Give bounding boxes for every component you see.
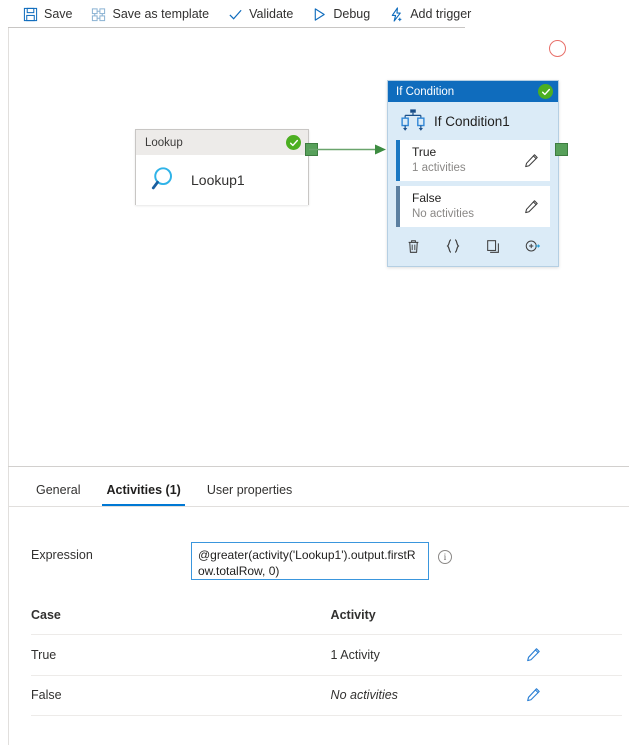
validate-button-label: Validate — [249, 7, 294, 21]
debug-button[interactable]: Debug — [311, 1, 378, 27]
branch-name-true: True — [412, 144, 437, 159]
table-row: True 1 Activity — [31, 634, 622, 676]
case-activity-table: Case Activity True 1 Activity False No a… — [31, 608, 622, 716]
lookup-activity-node[interactable]: Lookup Lookup1 — [135, 129, 309, 205]
pipeline-canvas[interactable]: Lookup Lookup1 If Condition If Condition… — [8, 28, 629, 466]
checkmark-icon — [227, 6, 243, 22]
play-icon — [311, 6, 327, 22]
branch-sub-true: 1 activities — [412, 162, 466, 175]
lookup-node-header: Lookup — [136, 130, 308, 155]
info-icon[interactable]: i — [438, 550, 452, 564]
if-condition-node-header: If Condition — [388, 81, 558, 102]
cell-edit-true — [524, 634, 622, 676]
save-icon — [22, 6, 38, 22]
branch-row-false[interactable]: False No activities — [396, 186, 550, 227]
if-condition-output-handle[interactable] — [555, 143, 568, 156]
validate-button[interactable]: Validate — [227, 1, 301, 27]
column-header-edit — [524, 608, 622, 635]
edit-false-row-pencil-icon[interactable] — [525, 686, 543, 704]
edit-true-row-pencil-icon[interactable] — [525, 645, 543, 663]
lookup-node-body: Lookup1 — [136, 155, 308, 205]
duplicate-icon[interactable] — [485, 238, 502, 255]
if-condition-node-type-label: If Condition — [396, 85, 455, 98]
branch-sub-false: No activities — [412, 208, 474, 221]
column-header-activity: Activity — [330, 608, 525, 635]
table-header-row: Case Activity — [31, 608, 622, 635]
lookup-node-type-label: Lookup — [145, 136, 183, 149]
branch-row-true[interactable]: True 1 activities — [396, 140, 550, 181]
edit-true-branch-pencil-icon[interactable] — [522, 152, 540, 170]
lightning-bolt-icon — [388, 6, 404, 22]
magnifier-icon — [150, 164, 180, 197]
if-condition-node-actions — [388, 232, 558, 260]
add-trigger-button[interactable]: Add trigger — [388, 1, 479, 27]
connector-lookup-to-ifcondition — [309, 144, 386, 155]
cell-edit-false — [524, 675, 622, 716]
cell-case-true: True — [31, 634, 331, 676]
branch-name-false: False — [412, 190, 442, 205]
panel-tabs: General Activities (1) User properties — [9, 467, 629, 507]
save-button[interactable]: Save — [22, 1, 81, 27]
expression-label: Expression — [31, 548, 93, 562]
debug-button-label: Debug — [333, 7, 371, 21]
trash-icon[interactable] — [405, 238, 422, 255]
if-condition-icon — [401, 108, 425, 135]
if-condition-activity-node[interactable]: If Condition If Condition1 True 1 activi… — [387, 80, 559, 267]
arrow-out-icon[interactable] — [525, 238, 542, 255]
if-condition-node-titlerow: If Condition1 — [388, 102, 558, 140]
edit-false-branch-pencil-icon[interactable] — [522, 198, 540, 216]
expression-section: Expression i — [9, 507, 629, 580]
properties-panel: General Activities (1) User properties E… — [8, 467, 629, 745]
tab-activities[interactable]: Activities (1) — [93, 483, 193, 506]
column-header-case: Case — [31, 608, 331, 635]
red-circle-icon[interactable] — [549, 40, 566, 57]
tab-general[interactable]: General — [29, 483, 93, 506]
toolbar: Save Save as template Validate Debug Add… — [0, 0, 629, 28]
save-button-label: Save — [44, 7, 73, 21]
code-icon[interactable] — [445, 238, 462, 255]
tab-user-properties[interactable]: User properties — [194, 483, 305, 506]
lookup-output-handle[interactable] — [305, 143, 318, 156]
cell-case-false: False — [31, 675, 331, 716]
save-as-template-icon — [91, 6, 107, 22]
save-as-template-label: Save as template — [112, 7, 210, 21]
save-as-template-button[interactable]: Save as template — [91, 1, 218, 27]
status-badge-valid — [538, 84, 553, 99]
cell-activity-true: 1 Activity — [330, 634, 525, 676]
if-condition-node-title: If Condition1 — [434, 113, 510, 129]
lookup-node-title: Lookup1 — [191, 172, 245, 188]
expression-input[interactable] — [191, 542, 429, 580]
add-trigger-button-label: Add trigger — [410, 7, 472, 21]
table-row: False No activities — [31, 675, 622, 716]
status-badge-valid — [286, 135, 301, 150]
cell-activity-false: No activities — [330, 675, 525, 716]
